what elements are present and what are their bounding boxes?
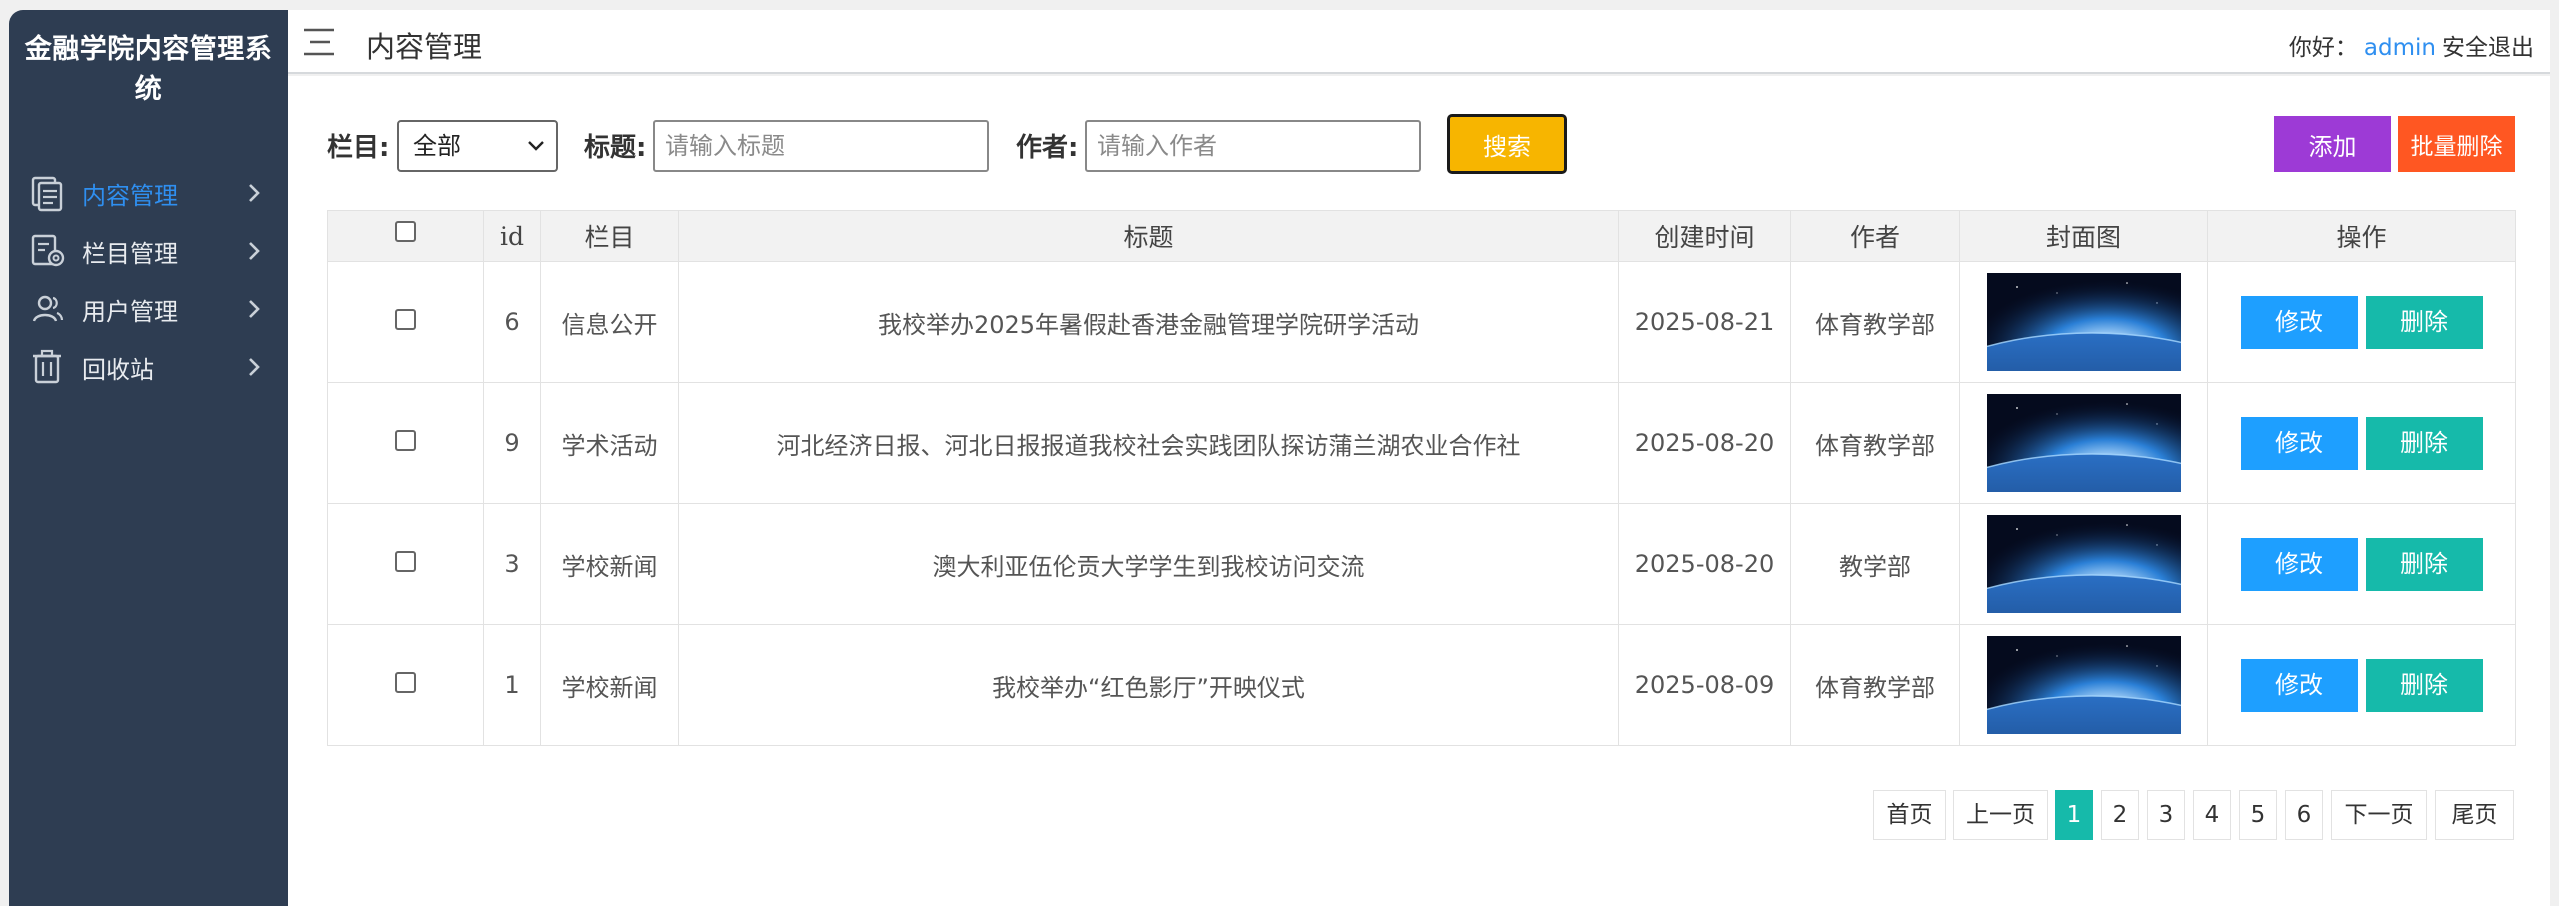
- sidebar: 金融学院内容管理系统 内容管理 栏目管理 用户管理 回收站: [9, 10, 288, 906]
- delete-button[interactable]: 删除: [2365, 416, 2483, 470]
- row-date: 2025-08-20: [1618, 503, 1791, 625]
- app-root: 金融学院内容管理系统 内容管理 栏目管理 用户管理 回收站 内容管理 你好： a…: [0, 0, 2559, 906]
- author-filter-label: 作者:: [1016, 133, 1079, 163]
- row-author: 体育教学部: [1790, 624, 1960, 746]
- column-header: 栏目: [540, 210, 679, 262]
- page-title: 内容管理: [366, 30, 483, 64]
- page-prev[interactable]: 上一页: [1953, 790, 2048, 840]
- greeting-text: 你好：: [2288, 35, 2358, 61]
- author-search-input[interactable]: [1085, 120, 1421, 172]
- cover-image: [1986, 273, 2181, 371]
- row-title: 我校举办2025年暑假赴香港金融管理学院研学活动: [678, 261, 1619, 383]
- chevron-right-icon: [249, 184, 260, 202]
- column-select[interactable]: 全部: [397, 120, 558, 172]
- row-checkbox[interactable]: [395, 429, 416, 451]
- delete-button[interactable]: 删除: [2365, 295, 2483, 349]
- add-button[interactable]: 添加: [2274, 116, 2391, 172]
- content-icon: [31, 176, 63, 212]
- delete-button[interactable]: 删除: [2365, 537, 2483, 591]
- sidebar-item-label: 回收站: [82, 355, 154, 384]
- logout-link[interactable]: 安全退出: [2442, 35, 2534, 61]
- trash-icon: [33, 349, 61, 384]
- username-link[interactable]: admin: [2364, 35, 2436, 61]
- sidebar-item-columns[interactable]: 栏目管理: [9, 222, 288, 280]
- table-row: 9 学术活动 河北经济日报、河北日报报道我校社会实践团队探访蒲兰湖农业合作社 2…: [327, 382, 2516, 504]
- row-date: 2025-08-20: [1618, 382, 1791, 504]
- row-id: 6: [483, 261, 541, 383]
- row-author: 教学部: [1790, 503, 1960, 625]
- row-title: 河北经济日报、河北日报报道我校社会实践团队探访蒲兰湖农业合作社: [678, 382, 1619, 504]
- top-header: 内容管理 你好： admin 安全退出: [288, 10, 2550, 74]
- row-id: 3: [483, 503, 541, 625]
- row-column: 信息公开: [540, 261, 679, 383]
- sidebar-item-users[interactable]: 用户管理: [9, 280, 288, 338]
- edit-button[interactable]: 修改: [2240, 537, 2358, 591]
- table-row: 6 信息公开 我校举办2025年暑假赴香港金融管理学院研学活动 2025-08-…: [327, 261, 2516, 383]
- page-last[interactable]: 尾页: [2435, 790, 2514, 840]
- search-button[interactable]: 搜索: [1447, 114, 1567, 174]
- page-number-current[interactable]: 1: [2055, 790, 2093, 840]
- chevron-down-icon: [528, 141, 544, 151]
- column-header: id: [483, 210, 541, 262]
- brand-title: 金融学院内容管理系统: [24, 34, 273, 105]
- title-filter-label: 标题:: [584, 133, 647, 163]
- table-header-row: id 栏目 标题 创建时间 作者 封面图 操作: [327, 210, 2516, 262]
- sidebar-item-label: 内容管理: [82, 181, 178, 210]
- cover-image: [1986, 636, 2181, 734]
- page-number[interactable]: 2: [2101, 790, 2139, 840]
- delete-button[interactable]: 删除: [2365, 658, 2483, 712]
- row-date: 2025-08-21: [1618, 261, 1791, 383]
- column-select-value: 全部: [413, 132, 461, 160]
- column-settings-icon: [31, 234, 65, 267]
- row-title: 澳大利亚伍伦贡大学学生到我校访问交流: [678, 503, 1619, 625]
- page-number[interactable]: 3: [2147, 790, 2185, 840]
- row-author: 体育教学部: [1790, 261, 1960, 383]
- row-author: 体育教学部: [1790, 382, 1960, 504]
- column-header: 标题: [678, 210, 1619, 262]
- user-area: 你好： admin 安全退出: [2289, 28, 2534, 62]
- column-header: 封面图: [1959, 210, 2208, 262]
- table-row: 1 学校新闻 我校举办“红色影厅”开映仪式 2025-08-09 体育教学部 修…: [327, 624, 2516, 746]
- row-id: 1: [483, 624, 541, 746]
- cover-image: [1986, 394, 2181, 492]
- edit-button[interactable]: 修改: [2240, 658, 2358, 712]
- sidebar-item-label: 栏目管理: [82, 239, 178, 268]
- row-date: 2025-08-09: [1618, 624, 1791, 746]
- row-id: 9: [483, 382, 541, 504]
- title-search-input[interactable]: [653, 120, 989, 172]
- edit-button[interactable]: 修改: [2240, 416, 2358, 470]
- page-number[interactable]: 5: [2239, 790, 2277, 840]
- row-column: 学术活动: [540, 382, 679, 504]
- sidebar-item-content[interactable]: 内容管理: [9, 164, 288, 222]
- cover-image: [1986, 515, 2181, 613]
- chevron-right-icon: [249, 300, 260, 318]
- page-first[interactable]: 首页: [1873, 790, 1946, 840]
- page-number[interactable]: 6: [2285, 790, 2323, 840]
- select-all-checkbox[interactable]: [395, 220, 416, 242]
- row-title: 我校举办“红色影厅”开映仪式: [678, 624, 1619, 746]
- edit-button[interactable]: 修改: [2240, 295, 2358, 349]
- content-table: id 栏目 标题 创建时间 作者 封面图 操作 6 信息公开 我校举办2025年…: [327, 210, 2516, 746]
- user-icon: [32, 295, 64, 322]
- row-checkbox[interactable]: [395, 550, 416, 572]
- column-header: 作者: [1790, 210, 1960, 262]
- batch-delete-button[interactable]: 批量删除: [2398, 116, 2515, 172]
- column-header: 创建时间: [1618, 210, 1791, 262]
- chevron-right-icon: [249, 242, 260, 260]
- sidebar-item-label: 用户管理: [82, 297, 178, 326]
- sidebar-item-trash[interactable]: 回收站: [9, 338, 288, 396]
- chevron-right-icon: [249, 358, 260, 376]
- main-content: 栏目: 全部 标题: 作者: 搜索 添加 批量删除 id 栏目 标: [288, 76, 2550, 906]
- column-filter-label: 栏目:: [327, 133, 390, 163]
- page-number[interactable]: 4: [2193, 790, 2231, 840]
- row-checkbox[interactable]: [395, 671, 416, 693]
- column-header: 操作: [2207, 210, 2516, 262]
- row-checkbox[interactable]: [395, 308, 416, 330]
- select-all-cell: [327, 210, 484, 262]
- menu-toggle-icon[interactable]: [302, 26, 336, 58]
- row-column: 学校新闻: [540, 503, 679, 625]
- page-next[interactable]: 下一页: [2331, 790, 2427, 840]
- row-column: 学校新闻: [540, 624, 679, 746]
- table-row: 3 学校新闻 澳大利亚伍伦贡大学学生到我校访问交流 2025-08-20 教学部…: [327, 503, 2516, 625]
